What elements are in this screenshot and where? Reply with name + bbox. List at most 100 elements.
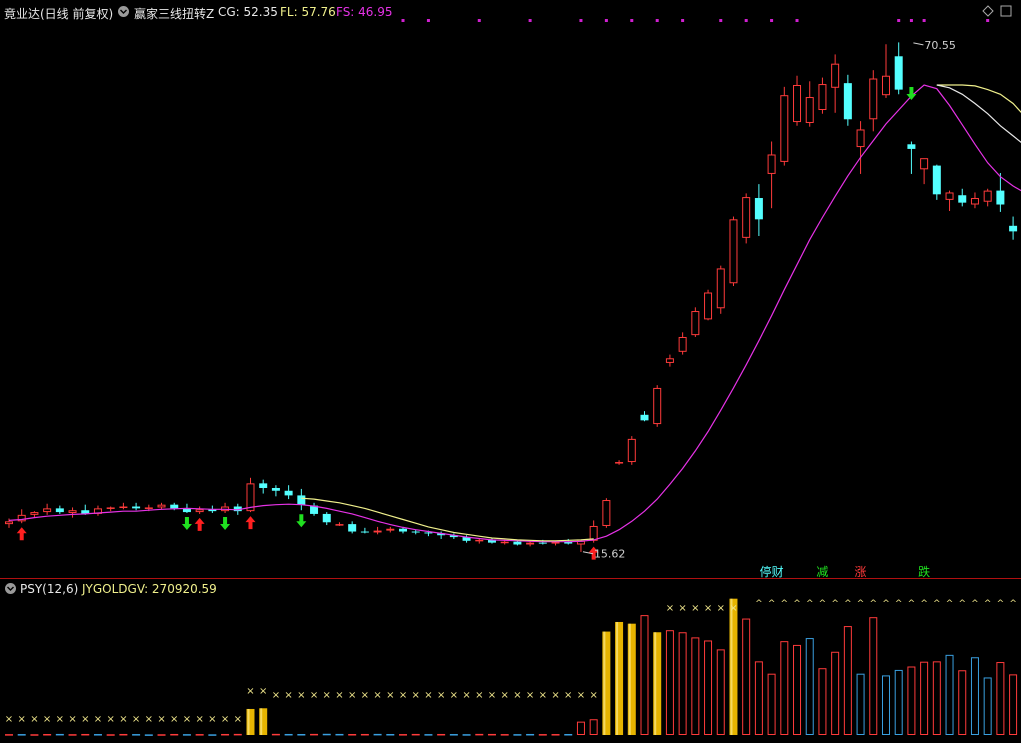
candle-down: [894, 56, 903, 90]
psy-cross-marker: ×: [323, 690, 331, 701]
candle-down: [411, 531, 420, 533]
psy-bar: [221, 733, 230, 736]
fl-value: FL: 57.76: [280, 5, 336, 19]
top-marker-dot: [426, 19, 430, 22]
indicator-name: 赢家三线扭转Z: [134, 7, 215, 21]
psy-bar: [500, 734, 509, 736]
psy-bar: [43, 734, 52, 736]
candle-up: [678, 336, 687, 352]
fs-value: FS: 46.95: [336, 5, 393, 19]
psy-bar: [55, 733, 64, 736]
psy-bar: [17, 734, 26, 736]
signal-label: 涨: [855, 564, 867, 579]
psy-cross-marker: ×: [513, 690, 521, 701]
collapse-psy-icon[interactable]: [4, 582, 17, 598]
candle-up: [793, 84, 802, 123]
signal-label: 跌: [918, 564, 930, 579]
psy-bar: [386, 734, 395, 736]
candle-up: [869, 78, 878, 120]
psy-bar-highlight: [730, 598, 733, 735]
psy-cross-marker: ×: [539, 690, 547, 701]
psy-bar: [424, 734, 433, 736]
candle-down: [640, 414, 649, 421]
top-marker-dot: [795, 19, 799, 22]
diamond-icon[interactable]: [982, 4, 994, 21]
psy-caret-marker: ^: [895, 599, 903, 609]
candle-down: [1009, 225, 1018, 232]
psy-bar: [195, 734, 204, 736]
psy-caret-marker: ^: [844, 599, 852, 609]
candle-down: [513, 541, 522, 545]
candle-up: [881, 75, 890, 96]
psy-bar: [310, 733, 319, 736]
candle-up: [106, 507, 115, 509]
psy-bar: [437, 733, 446, 736]
candle-down: [348, 524, 357, 532]
collapse-indicator-icon[interactable]: [117, 5, 130, 21]
psy-cross-marker: ×: [488, 690, 496, 701]
psy-cross-marker: ×: [208, 714, 216, 725]
psy-caret-marker: ^: [755, 599, 763, 609]
top-marker-dot: [681, 19, 685, 22]
top-marker-dot: [630, 19, 634, 22]
psy-caret-marker: ^: [819, 599, 827, 609]
top-marker-dot: [719, 19, 723, 22]
candle-up: [767, 154, 776, 174]
candle-up: [195, 509, 204, 513]
psy-caret-marker: ^: [882, 599, 890, 609]
candle-down: [996, 190, 1005, 205]
candle-up: [373, 530, 382, 533]
candle-up: [856, 129, 865, 148]
square-icon[interactable]: [1000, 5, 1012, 20]
top-marker-dot: [477, 19, 481, 22]
psy-cross-marker: ×: [284, 690, 292, 701]
candle-up: [615, 462, 624, 464]
candle-down: [754, 198, 763, 220]
psy-cross-marker: ×: [424, 690, 432, 701]
candle-down: [322, 513, 331, 523]
psy-bar: [360, 733, 369, 736]
candle-down: [55, 508, 64, 513]
top-marker-dot: [922, 19, 926, 22]
psy-bar: [411, 733, 420, 736]
psy-caret-marker: ^: [831, 599, 839, 609]
cg-value: CG: 52.35: [218, 5, 278, 19]
psy-cross-marker: ×: [157, 714, 165, 725]
psy-bar: [449, 734, 458, 736]
candle-down: [399, 528, 408, 532]
psy-bar: [348, 734, 357, 736]
psy-cross-marker: ×: [717, 603, 725, 614]
psy-bar: [551, 734, 560, 736]
psy-bar: [208, 734, 217, 736]
psy-bar: [106, 734, 115, 736]
candle-up: [119, 506, 128, 509]
psy-bar: [462, 734, 471, 736]
psy-cross-marker: ×: [272, 690, 280, 701]
price-annotation: 15.62: [594, 548, 626, 561]
candle-up: [5, 521, 13, 525]
candle-down: [932, 165, 941, 195]
psy-bar: [297, 734, 306, 736]
psy-cross-marker: ×: [475, 690, 483, 701]
psy-cross-marker: ×: [691, 603, 699, 614]
candle-down: [958, 195, 967, 203]
psy-caret-marker: ^: [984, 599, 992, 609]
top-marker-dot: [655, 19, 659, 22]
psy-bar: [182, 734, 191, 736]
psy-cross-marker: ×: [297, 690, 305, 701]
candle-up: [691, 311, 700, 336]
psy-bar-highlight: [247, 708, 250, 735]
psy-bar: [322, 733, 331, 736]
psy-cross-marker: ×: [234, 714, 242, 725]
psy-bar: [144, 734, 153, 736]
psy-cross-marker: ×: [335, 690, 343, 701]
psy-bar: [132, 734, 141, 736]
psy-caret-marker: ^: [920, 599, 928, 609]
psy-bar: [170, 733, 179, 736]
candle-up: [729, 219, 738, 284]
psy-cross-marker: ×: [56, 714, 64, 725]
psy-bar: [564, 734, 573, 736]
psy-bar: [487, 733, 496, 736]
psy-bar-highlight: [628, 623, 631, 735]
psy-caret-marker: ^: [958, 599, 966, 609]
